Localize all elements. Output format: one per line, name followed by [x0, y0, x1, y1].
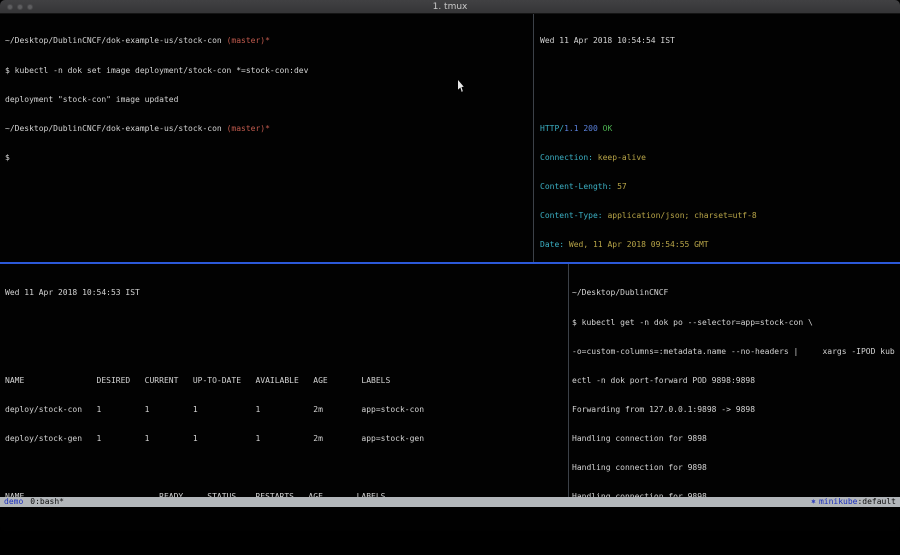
- command-line: $ kubectl -n dok set image deployment/st…: [5, 66, 533, 76]
- timestamp-line: Wed 11 Apr 2018 10:54:53 IST: [5, 288, 568, 298]
- terminal-window: 1. tmux ~/Desktop/DublinCNCF/dok-example…: [0, 0, 900, 531]
- header-name: Connection:: [540, 153, 593, 162]
- http-proto: HTTP/: [540, 124, 564, 133]
- pane-divider-vertical-top[interactable]: [533, 14, 534, 262]
- http-header-line: Content-Type: application/json; charset=…: [540, 211, 900, 221]
- tmux-terminal: ~/Desktop/DublinCNCF/dok-example-us/stoc…: [0, 14, 900, 497]
- output-line: Handling connection for 9898: [572, 434, 900, 444]
- http-status-line: HTTP/1.1 200 OK: [540, 124, 900, 134]
- terminal-line-blank: [5, 318, 568, 328]
- header-name: Date:: [540, 240, 564, 249]
- window-item[interactable]: 0:bash*: [30, 497, 64, 507]
- prompt-line: $: [5, 153, 533, 163]
- output-line: deployment "stock-con" image updated: [5, 95, 533, 105]
- pane-divider-horizontal[interactable]: [0, 262, 900, 264]
- status-bar-right: ⎈ minikube:default: [811, 497, 896, 507]
- git-branch-label: (master)*: [227, 36, 270, 45]
- window-titlebar: 1. tmux: [0, 0, 900, 14]
- header-value: keep-alive: [593, 153, 646, 162]
- kube-namespace: :default: [857, 497, 896, 506]
- table-row: deploy/stock-con 1 1 1 1 2m app=stock-co…: [5, 405, 568, 415]
- http-reason: OK: [598, 124, 612, 133]
- status-bar-left: demo 0:bash*: [4, 497, 64, 507]
- header-value: application/json; charset=utf-8: [603, 211, 757, 220]
- pane-top-right[interactable]: Wed 11 Apr 2018 10:54:54 IST HTTP/1.1 20…: [534, 14, 900, 262]
- prompt-line: ~/Desktop/DublinCNCF/dok-example-us/stoc…: [5, 124, 533, 134]
- command-line: ectl -n dok port-forward POD 9898:9898: [572, 376, 900, 386]
- http-code: 1.1 200: [564, 124, 598, 133]
- prompt-path: ~/Desktop/DublinCNCF/dok-example-us/stoc…: [5, 124, 227, 133]
- terminal-line-blank: [540, 66, 900, 76]
- http-header-line: Connection: keep-alive: [540, 153, 900, 163]
- header-value: Wed, 11 Apr 2018 09:54:55 GMT: [564, 240, 709, 249]
- output-line: Forwarding from 127.0.0.1:9898 -> 9898: [572, 405, 900, 415]
- terminal-line-blank: [5, 347, 568, 357]
- tmux-status-bar: demo 0:bash* ⎈ minikube:default: [0, 497, 900, 507]
- git-branch-label: (master)*: [227, 124, 270, 133]
- terminal-line-blank: [540, 95, 900, 105]
- prompt-path: ~/Desktop/DublinCNCF/dok-example-us/stoc…: [5, 36, 227, 45]
- window-title: 1. tmux: [0, 0, 900, 14]
- http-header-line: Date: Wed, 11 Apr 2018 09:54:55 GMT: [540, 240, 900, 250]
- kubernetes-helm-icon: ⎈: [811, 497, 816, 507]
- kube-context: minikube:default: [819, 497, 896, 507]
- header-name: Content-Length:: [540, 182, 612, 191]
- http-header-line: Content-Length: 57: [540, 182, 900, 192]
- pane-bottom-right[interactable]: ~/Desktop/DublinCNCF $ kubectl get -n do…: [569, 264, 900, 497]
- table-row: deploy/stock-gen 1 1 1 1 2m app=stock-ge…: [5, 434, 568, 444]
- kube-context-name: minikube: [819, 497, 858, 506]
- prompt-line: ~/Desktop/DublinCNCF/dok-example-us/stoc…: [5, 36, 533, 46]
- command-line: $ kubectl get -n dok po --selector=app=s…: [572, 318, 900, 328]
- timestamp-line: Wed 11 Apr 2018 10:54:54 IST: [540, 36, 900, 46]
- header-name: Content-Type:: [540, 211, 603, 220]
- table-header: NAME DESIRED CURRENT UP-TO-DATE AVAILABL…: [5, 376, 568, 386]
- pane-top-left[interactable]: ~/Desktop/DublinCNCF/dok-example-us/stoc…: [0, 14, 533, 262]
- terminal-line-blank: [5, 463, 568, 473]
- session-name: demo: [4, 497, 23, 507]
- header-value: 57: [612, 182, 626, 191]
- output-line: Handling connection for 9898: [572, 463, 900, 473]
- pane-bottom-left[interactable]: Wed 11 Apr 2018 10:54:53 IST NAME DESIRE…: [0, 264, 568, 497]
- command-line: -o=custom-columns=:metadata.name --no-he…: [572, 347, 900, 357]
- prompt-line: ~/Desktop/DublinCNCF: [572, 288, 900, 298]
- pane-divider-vertical-bottom[interactable]: [568, 264, 569, 497]
